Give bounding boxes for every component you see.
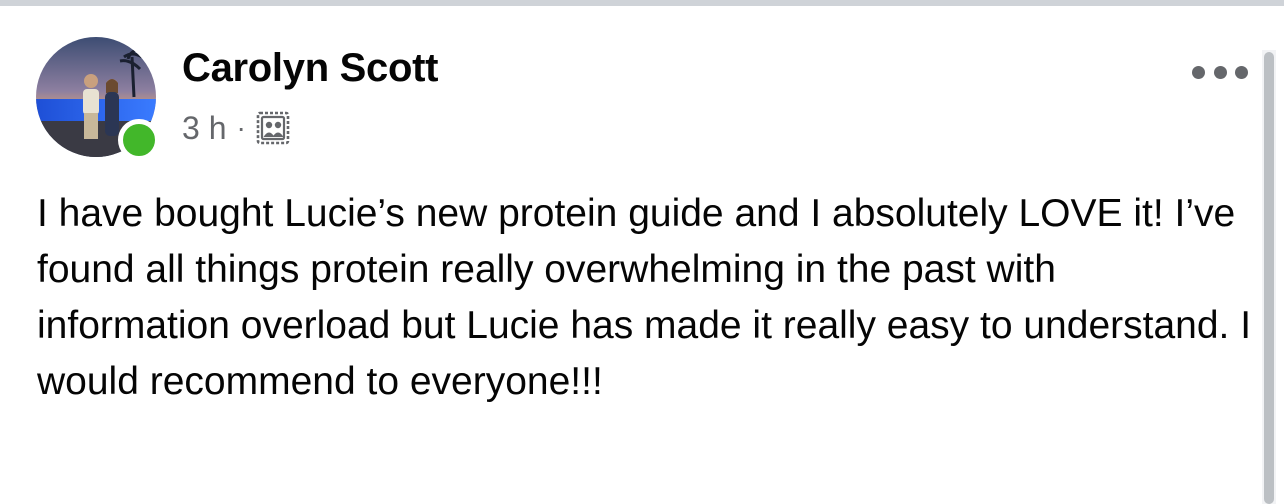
post-text: I have bought Lucie’s new protein guide …	[37, 192, 1252, 403]
post-timestamp[interactable]: 3 h	[182, 110, 226, 147]
online-status-indicator	[118, 119, 160, 161]
author-avatar[interactable]	[36, 37, 160, 161]
post-meta: 3 h ·	[182, 108, 290, 148]
more-dot	[1192, 65, 1205, 79]
more-dot	[1235, 65, 1248, 79]
more-dot	[1213, 65, 1227, 79]
more-options-icon[interactable]	[1192, 60, 1248, 84]
scrollbar-thumb[interactable]	[1264, 52, 1274, 504]
author-name[interactable]: Carolyn Scott	[182, 46, 438, 91]
meta-separator: ·	[236, 112, 246, 143]
friends-group-icon[interactable]	[256, 111, 290, 145]
